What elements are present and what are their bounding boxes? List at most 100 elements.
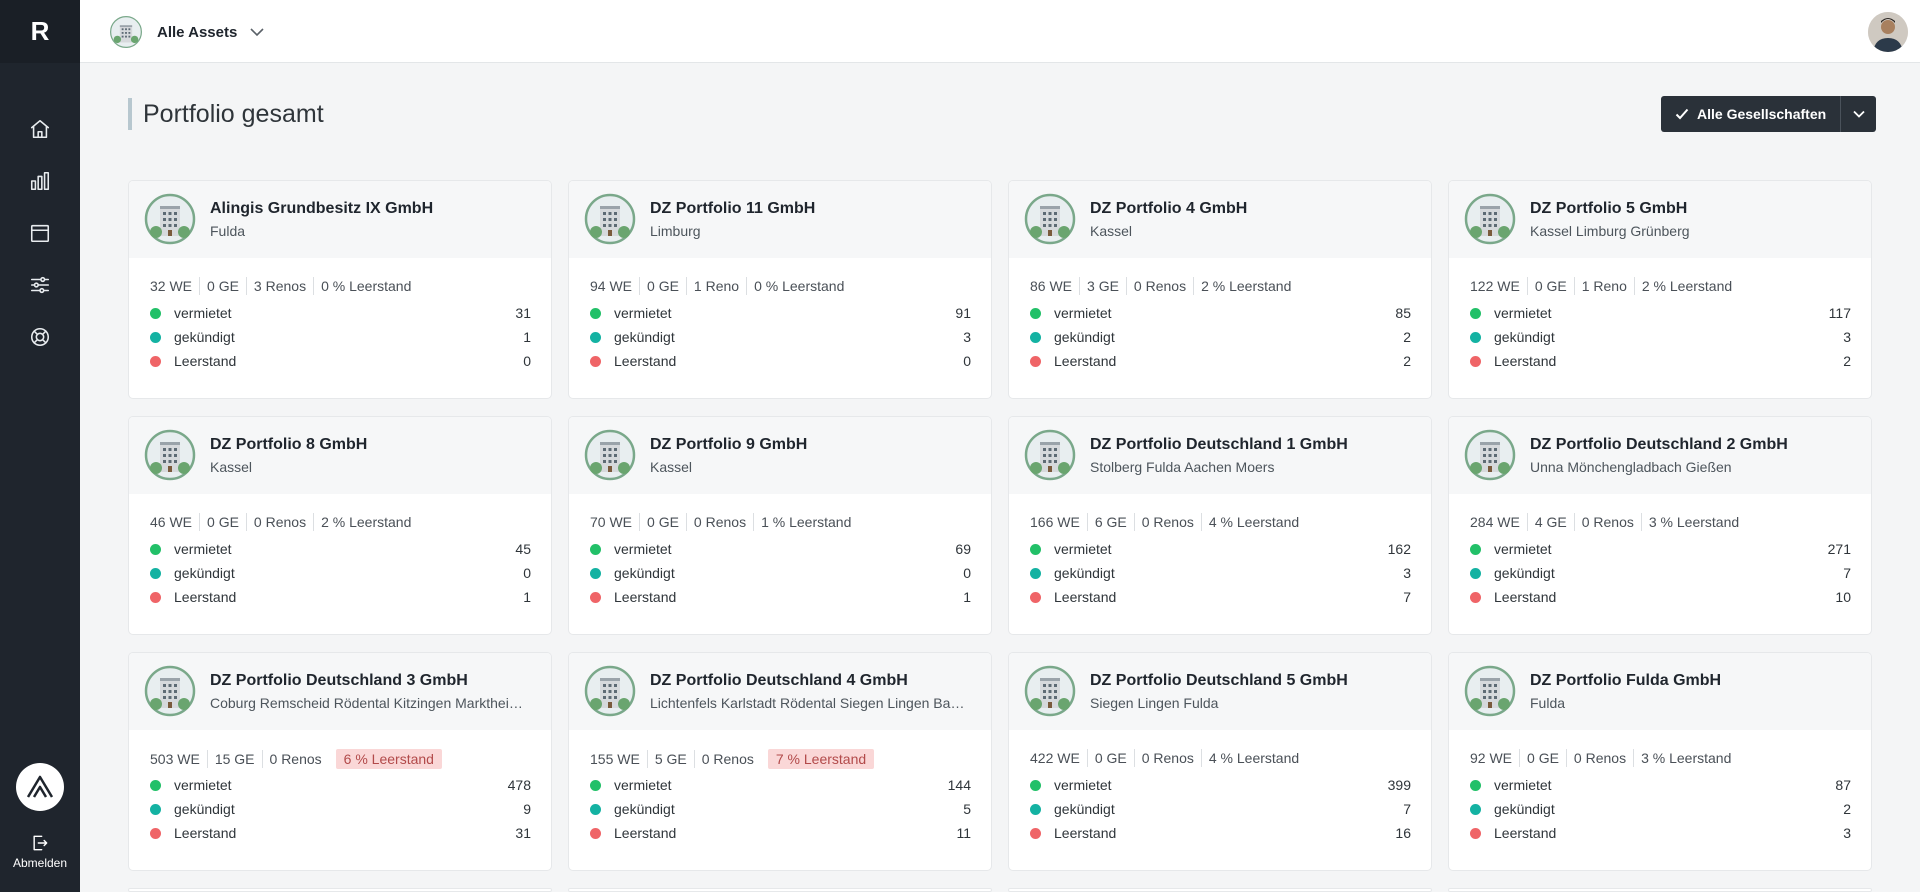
logout-icon: [33, 835, 48, 851]
portfolio-card[interactable]: DZ Portfolio 5 GmbH Kassel Limburg Grünbe…: [1448, 180, 1872, 399]
company-locations: Coburg Remscheid Rödental Kitzingen Mark…: [210, 695, 530, 711]
company-locations: Kassel: [1090, 223, 1133, 239]
status-row-terminated: gekündigt 3: [590, 327, 971, 347]
sidebar-item-settings[interactable]: [0, 259, 80, 311]
status-row-vacant: Leerstand 1: [150, 587, 531, 607]
card-header: DZ Portfolio 8 GmbH Kassel: [129, 417, 551, 494]
company-name: DZ Portfolio Deutschland 3 GmbH: [210, 672, 468, 689]
status-dot-teal: [150, 803, 161, 815]
portfolio-card[interactable]: [128, 888, 552, 892]
stat-vacancy-rate: 4 % Leerstand: [1200, 513, 1306, 531]
card-stats: 122 WE 0 GE 1 Reno 2 % Leerstand: [1465, 277, 1739, 295]
card-header: DZ Portfolio Deutschland 5 GmbH Siegen Li…: [1009, 653, 1431, 730]
status-row-terminated: gekündigt 0: [590, 563, 971, 583]
portfolio-card[interactable]: DZ Portfolio 4 GmbH Kassel 86 WE 3 GE 0 Reno…: [1008, 180, 1432, 399]
chevron-down-icon: [250, 28, 264, 37]
status-count: 0: [963, 353, 971, 369]
company-filter-button[interactable]: Alle Gesellschaften: [1661, 96, 1840, 132]
building-avatar-icon: [1464, 193, 1516, 245]
sidebar-item-calendar[interactable]: [0, 207, 80, 259]
status-row-terminated: gekündigt 5: [590, 799, 971, 819]
card-stats: 32 WE 0 GE 3 Renos 0 % Leerstand: [145, 277, 418, 295]
status-row-rented: vermietet 91: [590, 303, 971, 323]
stat-we: 503 WE: [150, 751, 200, 767]
card-header: DZ Portfolio 9 GmbH Kassel: [569, 417, 991, 494]
portfolio-card[interactable]: DZ Portfolio Deutschland 2 GmbH Unna Mönc…: [1448, 416, 1872, 635]
status-dot-green: [150, 779, 161, 791]
user-avatar[interactable]: [1868, 12, 1908, 52]
home-icon: [30, 119, 50, 139]
stat-renos: 0 Renos: [693, 750, 761, 768]
status-row-vacant: Leerstand 3: [1470, 823, 1851, 843]
logout-button[interactable]: Abmelden: [0, 833, 80, 870]
company-name: DZ Portfolio 5 GmbH: [1530, 200, 1688, 217]
asset-selector[interactable]: Alle Assets: [110, 16, 265, 48]
status-count: 16: [1395, 825, 1411, 841]
status-label: vermietet: [614, 777, 672, 793]
stat-we: 155 WE: [590, 751, 640, 767]
portfolio-card[interactable]: DZ Portfolio 8 GmbH Kassel 46 WE 0 GE 0 Reno…: [128, 416, 552, 635]
status-row-vacant: Leerstand 2: [1030, 351, 1411, 371]
status-dot-red: [1030, 355, 1041, 367]
status-label: vermietet: [174, 541, 232, 557]
status-label: Leerstand: [174, 825, 237, 841]
status-row-rented: vermietet 45: [150, 539, 531, 559]
portfolio-card[interactable]: DZ Portfolio Deutschland 3 GmbH Coburg Re…: [128, 652, 552, 871]
stat-ge: 0 GE: [199, 513, 246, 531]
status-row-rented: vermietet 117: [1470, 303, 1851, 323]
status-row-vacant: Leerstand 11: [590, 823, 971, 843]
building-avatar-icon: [1024, 429, 1076, 481]
portfolio-card[interactable]: DZ Portfolio 11 GmbH Limburg 94 WE 0 GE 1 Re…: [568, 180, 992, 399]
status-count: 7: [1843, 565, 1851, 581]
stat-we: 32 WE: [150, 278, 193, 294]
status-label: gekündigt: [1494, 565, 1555, 581]
status-dot-green: [1470, 779, 1481, 791]
building-avatar-icon: [1024, 193, 1076, 245]
stat-renos: 0 Renos: [1573, 513, 1641, 531]
stat-renos: 0 Renos: [1125, 277, 1193, 295]
status-row-vacant: Leerstand 1: [590, 587, 971, 607]
status-dot-teal: [1470, 567, 1481, 579]
portfolio-card[interactable]: [1008, 888, 1432, 892]
status-row-terminated: gekündigt 3: [1470, 327, 1851, 347]
portfolio-card[interactable]: DZ Portfolio 9 GmbH Kassel 70 WE 0 GE 0 Reno…: [568, 416, 992, 635]
stat-ge: 0 GE: [199, 277, 246, 295]
card-stats: 94 WE 0 GE 1 Reno 0 % Leerstand: [585, 277, 851, 295]
stat-vacancy-rate: 0 % Leerstand: [746, 277, 851, 295]
stat-ge: 6 GE: [1086, 513, 1134, 531]
status-count: 0: [523, 353, 531, 369]
status-dot-green: [590, 307, 601, 319]
status-label: Leerstand: [1494, 353, 1557, 369]
portfolio-card[interactable]: [568, 888, 992, 892]
card-stats: 284 WE 4 GE 0 Renos 3 % Leerstand: [1465, 513, 1746, 531]
portfolio-card[interactable]: [1448, 888, 1872, 892]
sidebar-item-home[interactable]: [0, 103, 80, 155]
calendar-icon: [30, 224, 50, 243]
company-locations: Limburg: [650, 223, 701, 239]
status-label: gekündigt: [1054, 565, 1115, 581]
status-label: Leerstand: [614, 353, 677, 369]
portfolio-card[interactable]: DZ Portfolio Deutschland 1 GmbH Stolberg …: [1008, 416, 1432, 635]
portfolio-card[interactable]: Alingis Grundbesitz IX GmbH Fulda 32 WE 0 G…: [128, 180, 552, 399]
company-filter-dropdown[interactable]: [1840, 96, 1876, 132]
app-logo[interactable]: R: [0, 0, 80, 63]
sidebar-item-statistics[interactable]: [0, 155, 80, 207]
portfolio-card[interactable]: DZ Portfolio Deutschland 5 GmbH Siegen Li…: [1008, 652, 1432, 871]
stat-vacancy-rate: 6 % Leerstand: [335, 749, 442, 769]
status-dot-red: [590, 355, 601, 367]
status-row-rented: vermietet 478: [150, 775, 531, 795]
status-row-terminated: gekündigt 7: [1030, 799, 1411, 819]
card-header: DZ Portfolio Deutschland 3 GmbH Coburg Re…: [129, 653, 551, 730]
status-label: gekündigt: [174, 329, 235, 345]
sidebar-item-support[interactable]: [0, 311, 80, 363]
status-count: 3: [1843, 825, 1851, 841]
company-name: DZ Portfolio Deutschland 4 GmbH: [650, 672, 908, 689]
stat-we: 284 WE: [1470, 514, 1520, 530]
status-count: 91: [955, 305, 971, 321]
portfolio-card[interactable]: DZ Portfolio Fulda GmbH Fulda 92 WE 0 GE 0 R…: [1448, 652, 1872, 871]
portfolio-card[interactable]: DZ Portfolio Deutschland 4 GmbH Lichtenfe…: [568, 652, 992, 871]
status-label: gekündigt: [614, 801, 675, 817]
status-row-rented: vermietet 31: [150, 303, 531, 323]
status-dot-teal: [1030, 567, 1041, 579]
brand-badge[interactable]: [16, 763, 64, 811]
